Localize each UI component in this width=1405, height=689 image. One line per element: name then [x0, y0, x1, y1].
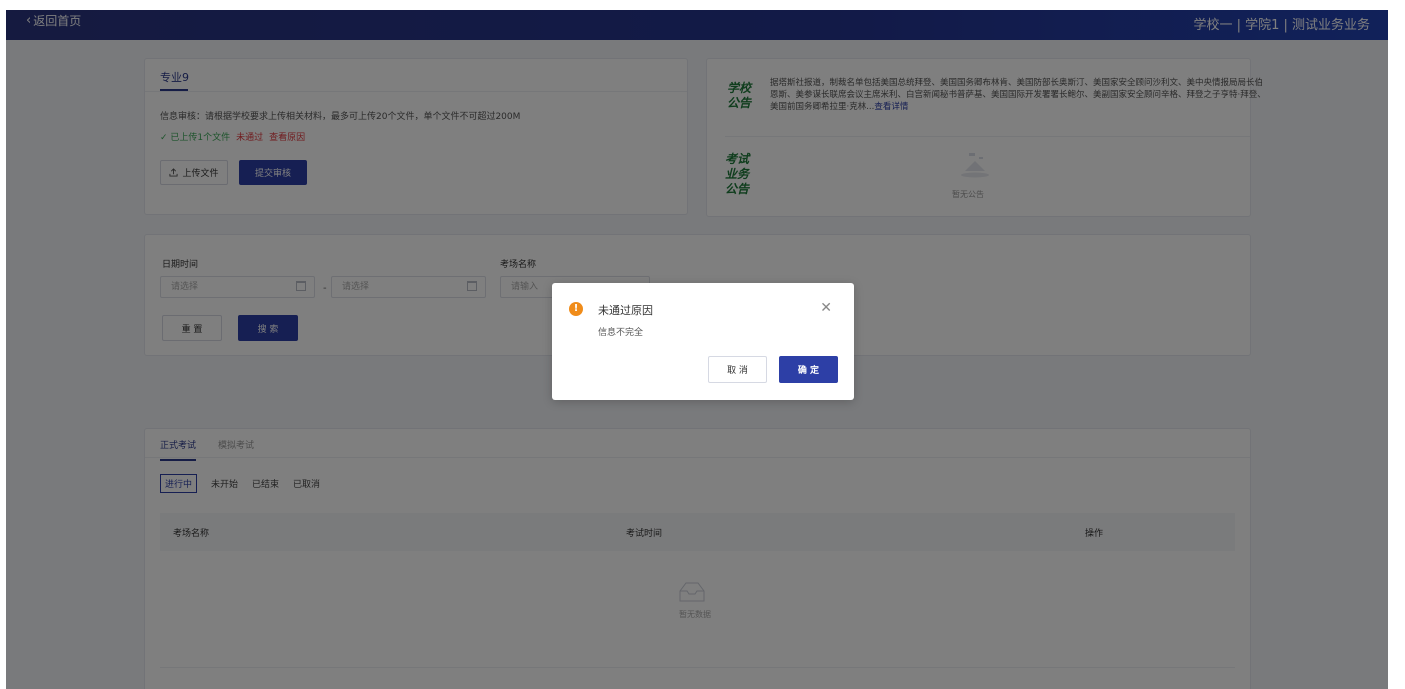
warning-icon: !: [569, 302, 583, 316]
close-icon[interactable]: ✕: [820, 300, 832, 316]
dialog-title: 未通过原因: [598, 304, 653, 317]
confirm-button[interactable]: 确 定: [779, 356, 838, 383]
cancel-button[interactable]: 取 消: [708, 356, 767, 383]
reject-reason-dialog: ! 未通过原因 ✕ 信息不完全 取 消 确 定: [552, 283, 854, 400]
dialog-message: 信息不完全: [598, 328, 644, 338]
